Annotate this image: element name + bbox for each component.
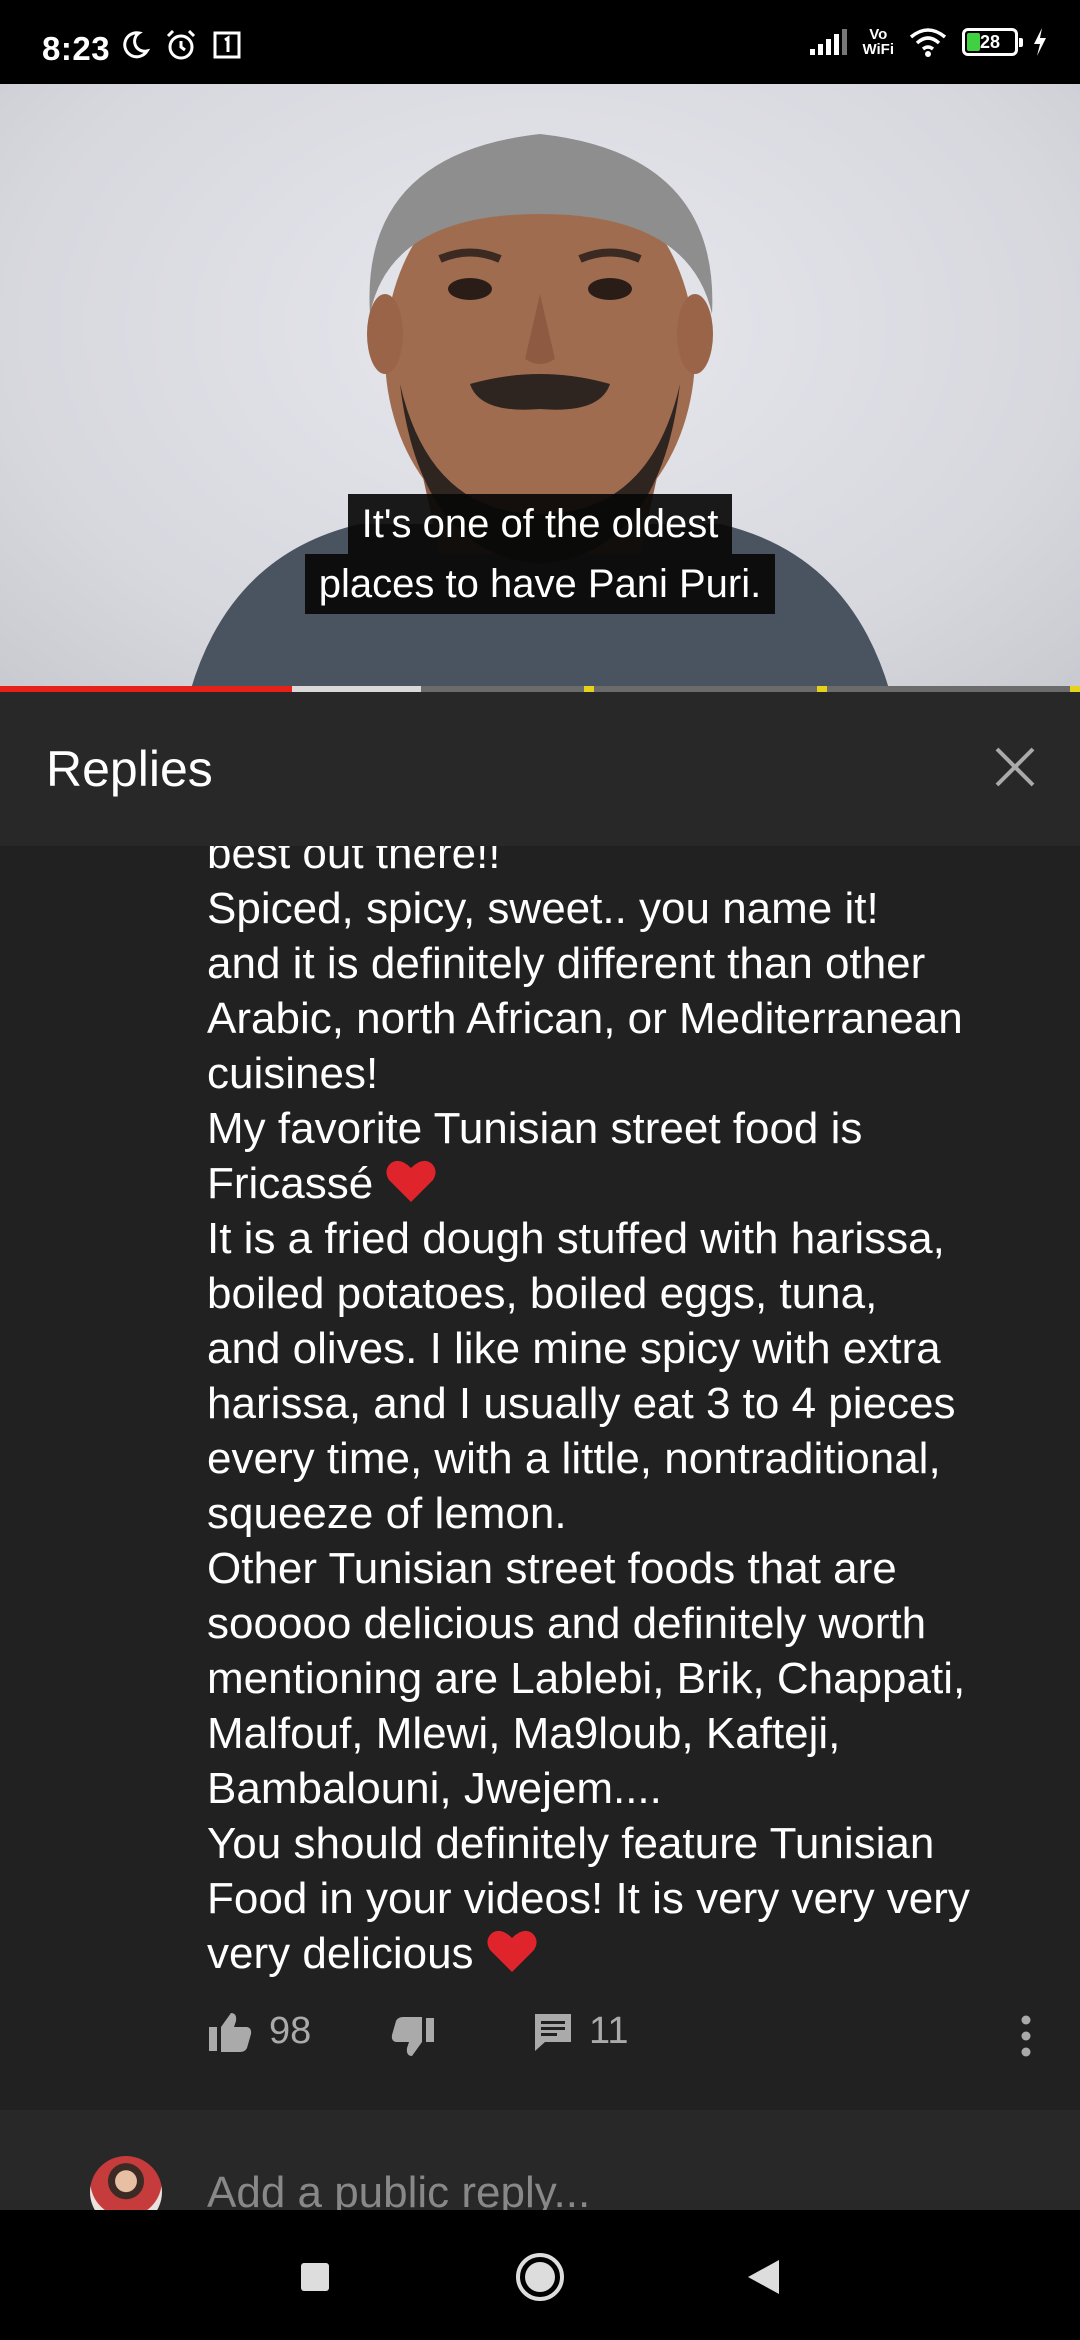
close-button[interactable] [980, 732, 1050, 802]
comment-line-text: very delicious [207, 1929, 474, 1978]
system-nav-bar [0, 2210, 1080, 2340]
status-time: 8:23 [42, 30, 111, 67]
comment-line: Arabic, north African, or Mediterranean [207, 991, 1047, 1046]
comment-line: very delicious [207, 1926, 1047, 1981]
reply-count: 11 [589, 2010, 629, 2052]
comment-line: every time, with a little, nontraditiona… [207, 1431, 1047, 1486]
battery-icon: 28 [962, 28, 1023, 56]
comment-line: and it is definitely different than othe… [207, 936, 1047, 991]
status-right-icons: Vo WiFi 28 [808, 26, 1048, 58]
thumbs-up-icon [209, 2012, 252, 2052]
subtitle-line-1: It's one of the oldest [347, 494, 733, 554]
heart-icon [487, 1930, 537, 1972]
avatar [90, 2156, 162, 2210]
comment-line-text: squeeze of lemon. [207, 1489, 567, 1538]
comment-line-text: Other Tunisian street foods that are [207, 1544, 897, 1593]
comment-icon [535, 2013, 571, 2051]
comment-line: Spiced, spicy, sweet.. you name it! [207, 881, 1047, 936]
comment-line-text: sooooo delicious and definitely worth [207, 1599, 927, 1648]
back-button[interactable] [733, 2250, 793, 2304]
comment-line: squeeze of lemon. [207, 1486, 1047, 1541]
like-button[interactable]: 98 [207, 2010, 311, 2053]
replies-title: Replies [46, 741, 213, 797]
comment-line: Fricassé [207, 1156, 1047, 1211]
like-count: 98 [269, 2010, 312, 2052]
charging-icon [1034, 28, 1046, 56]
comment-line-text: You should definitely feature Tunisian [207, 1819, 935, 1868]
comment-line-text: It is a fried dough stuffed with harissa… [207, 1214, 945, 1263]
heart-icon [386, 1160, 437, 1202]
comment-line: and olives. I like mine spicy with extra [207, 1321, 1047, 1376]
replies-header: Replies [0, 692, 1080, 846]
battery-level: 28 [979, 31, 1001, 52]
home-circle-icon [516, 2253, 564, 2301]
comment-line-text: cuisines! [207, 1049, 379, 1098]
comment-line-text: harissa, and I usually eat 3 to 4 pieces [207, 1379, 956, 1428]
comment-line-text: mentioning are Lablebi, Brik, Chappati, [207, 1654, 966, 1703]
signal-icon [810, 29, 848, 55]
comment-line-text: Fricassé [207, 1159, 374, 1208]
dislike-button[interactable] [390, 2016, 436, 2058]
comment-line-text: every time, with a little, nontraditiona… [207, 1434, 941, 1483]
comment-line-text: Spiced, spicy, sweet.. you name it! [207, 884, 879, 933]
vowifi-indicator: Vo WiFi [862, 27, 894, 57]
comment-thread[interactable]: best out there!! Spiced, spicy, sweet.. y… [0, 846, 1080, 2110]
comment-line-text: best out there!! [207, 846, 501, 878]
comment-line: Other Tunisian street foods that are [207, 1541, 1047, 1596]
sim-1-icon [213, 31, 241, 59]
comment-line: mentioning are Lablebi, Brik, Chappati, [207, 1651, 1047, 1706]
comment-line-text: and it is definitely different than othe… [207, 939, 926, 988]
more-vert-icon [1021, 2015, 1031, 2057]
thumbs-down-icon [391, 2017, 434, 2056]
reply-count-button[interactable]: 11 [533, 2010, 628, 2053]
video-player[interactable]: It's one of the oldest places to have Pa… [0, 84, 1080, 692]
moon-icon [123, 31, 150, 59]
reply-input-bar[interactable]: Add a public reply... [0, 2110, 1080, 2210]
comment-line: Bambalouni, Jwejem.... [207, 1761, 1047, 1816]
comment-line: boiled potatoes, boiled eggs, tuna, [207, 1266, 1047, 1321]
comment-line-text: Food in your videos! It is very very ver… [207, 1874, 970, 1923]
comment-line: Food in your videos! It is very very ver… [207, 1871, 1047, 1926]
comment-line-text: and olives. I like mine spicy with extra [207, 1324, 941, 1373]
comment-line-text: Malfouf, Mlewi, Ma9loub, Kafteji, [207, 1709, 841, 1758]
comment-line: It is a fried dough stuffed with harissa… [207, 1211, 1047, 1266]
comment-line-text: Bambalouni, Jwejem.... [207, 1764, 662, 1813]
subtitle-line-2: places to have Pani Puri. [304, 554, 776, 614]
comment-line: best out there!! [207, 846, 1047, 881]
close-icon [995, 747, 1035, 787]
video-subtitle: It's one of the oldest places to have Pa… [0, 494, 1080, 614]
comment-body: best out there!! Spiced, spicy, sweet.. y… [207, 846, 1047, 1981]
back-triangle-icon [748, 2260, 779, 2294]
status-left-icons [120, 28, 242, 62]
vowifi-bottom-text: WiFi [862, 41, 894, 58]
comment-line: You should definitely feature Tunisian [207, 1816, 1047, 1871]
comment-line: sooooo delicious and definitely worth [207, 1596, 1047, 1651]
comment-line-text: Arabic, north African, or Mediterranean [207, 994, 963, 1043]
comment-line: harissa, and I usually eat 3 to 4 pieces [207, 1376, 1047, 1431]
home-button[interactable] [510, 2250, 570, 2304]
recents-button[interactable] [285, 2250, 345, 2304]
alarm-icon [166, 29, 196, 60]
more-options-button[interactable] [1018, 2014, 1034, 2058]
comment-line-text: My favorite Tunisian street food is [207, 1104, 863, 1153]
wifi-icon [909, 28, 947, 57]
recents-square-icon [301, 2263, 329, 2291]
comment-line: Malfouf, Mlewi, Ma9loub, Kafteji, [207, 1706, 1047, 1761]
reply-input[interactable]: Add a public reply... [207, 2168, 590, 2210]
comment-line-text: boiled potatoes, boiled eggs, tuna, [207, 1269, 878, 1318]
comment-line: cuisines! [207, 1046, 1047, 1101]
comment-actions: 98 11 [0, 2010, 1080, 2080]
vowifi-top-text: Vo [869, 26, 888, 43]
comment-line: My favorite Tunisian street food is [207, 1101, 1047, 1156]
status-bar: 8:23 Vo WiFi 28 [0, 0, 1080, 84]
